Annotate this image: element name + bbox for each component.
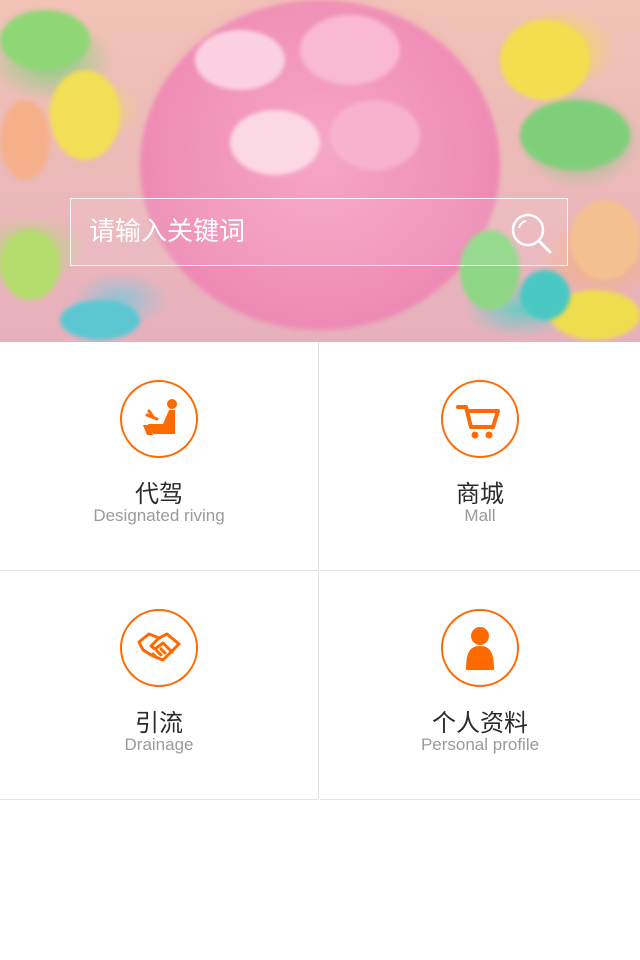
- menu-item-subtitle: Designated riving: [93, 506, 225, 525]
- menu-item-designated-driving[interactable]: 代驾 Designated riving: [0, 342, 319, 571]
- menu-item-subtitle: Personal profile: [420, 735, 540, 754]
- menu-item-title: 代驾: [135, 480, 183, 508]
- candy-decoration: [0, 100, 50, 180]
- person-icon: [466, 627, 494, 670]
- search-icon[interactable]: [509, 211, 553, 255]
- candy-decoration: [500, 20, 590, 100]
- driver-seat-icon: [143, 399, 177, 435]
- handshake-icon: [137, 632, 181, 662]
- search-input[interactable]: [71, 199, 509, 265]
- menu-icon-circle: [441, 609, 519, 687]
- menu-item-title: 个人资料: [432, 709, 528, 737]
- candy-decoration: [50, 70, 120, 160]
- hero-banner: [0, 0, 640, 342]
- candy-decoration: [300, 15, 400, 85]
- menu-icon-circle: [120, 609, 198, 687]
- candy-decoration: [195, 30, 285, 90]
- menu-grid: 代驾 Designated riving 商城 Mall 引流 Drainage: [0, 342, 640, 802]
- candy-decoration: [60, 300, 140, 340]
- shopping-cart-icon: [456, 405, 500, 439]
- menu-icon-circle: [120, 380, 198, 458]
- search-bar: [70, 198, 568, 266]
- candy-decoration: [0, 10, 90, 70]
- candy-decoration: [0, 230, 60, 300]
- candy-decoration: [330, 100, 420, 170]
- menu-icon-circle: [441, 380, 519, 458]
- candy-decoration: [570, 200, 640, 280]
- candy-decoration: [520, 270, 570, 320]
- menu-item-personal-profile[interactable]: 个人资料 Personal profile: [320, 571, 640, 800]
- menu-item-mall[interactable]: 商城 Mall: [320, 342, 640, 571]
- candy-decoration: [520, 100, 630, 170]
- candy-decoration: [230, 110, 320, 175]
- menu-item-drainage[interactable]: 引流 Drainage: [0, 571, 319, 800]
- menu-item-subtitle: Drainage: [124, 735, 194, 754]
- menu-item-subtitle: Mall: [464, 506, 496, 525]
- menu-item-title: 商城: [456, 480, 504, 508]
- menu-item-title: 引流: [135, 709, 183, 737]
